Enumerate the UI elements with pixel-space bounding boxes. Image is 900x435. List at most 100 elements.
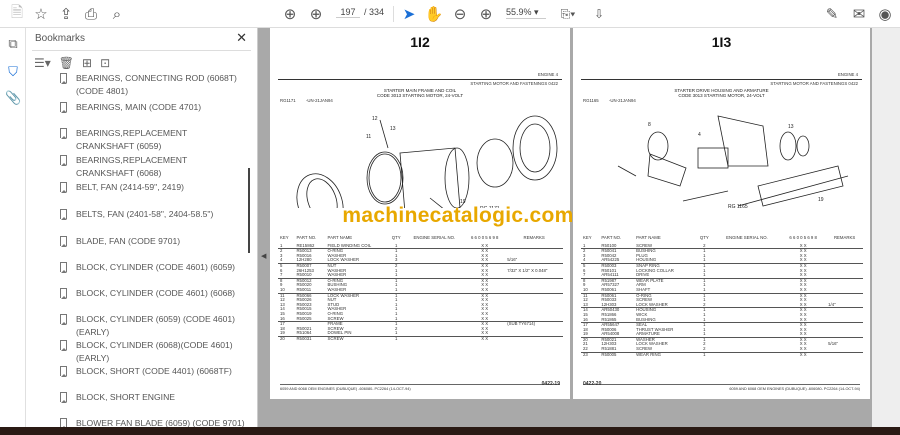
bookmark-icon bbox=[60, 128, 67, 139]
page-thumbnails-icon[interactable]: ⧉ bbox=[5, 36, 21, 52]
new-bookmark-icon[interactable]: ⊞ bbox=[82, 56, 92, 70]
svg-text:12: 12 bbox=[372, 116, 378, 122]
bookmark-icon bbox=[60, 209, 67, 220]
save-icon[interactable]: 🗎 bbox=[8, 4, 26, 24]
close-icon[interactable]: ✕ bbox=[236, 30, 247, 46]
bookmark-scrollbar[interactable] bbox=[248, 168, 250, 253]
table-cell: WEAR RING bbox=[636, 351, 661, 357]
bookmark-item[interactable]: BLOCK, SHORT (CODE 4401) (6068TF) bbox=[56, 365, 246, 378]
bookmark-label: BLOCK, SHORT (CODE 4401) (6068TF) bbox=[76, 366, 232, 376]
page-fit-icon[interactable]: ⎘▾ bbox=[558, 4, 578, 24]
table-cell: 1 bbox=[703, 351, 706, 357]
zoom-in-icon[interactable]: ⊕ bbox=[477, 4, 495, 24]
scroll-mode-icon[interactable]: ⇩ bbox=[590, 4, 608, 24]
bookmark-icon bbox=[60, 366, 67, 377]
bookmark-icon bbox=[60, 314, 67, 325]
svg-text:13: 13 bbox=[788, 124, 794, 130]
bookmark-item[interactable]: BLOCK, SHORT ENGINE bbox=[56, 391, 246, 404]
figure-ref-date: -UN-21JAN94 bbox=[609, 98, 636, 103]
figure-ref: RG1171 bbox=[280, 98, 296, 103]
bookmark-label: BLOCK, SHORT ENGINE bbox=[76, 392, 176, 402]
figure-ref-date: -UN-21JAN94 bbox=[306, 98, 333, 103]
vertical-scrollbar[interactable] bbox=[872, 28, 900, 427]
svg-text:8: 8 bbox=[648, 122, 651, 128]
table-cell bbox=[714, 352, 781, 357]
table-cell: 1 bbox=[395, 335, 398, 341]
table-row: 23 R50005 WEAR RING 1 X X bbox=[581, 352, 863, 357]
bookmark-label: BLOCK, CYLINDER (CODE 4601) (6059) bbox=[76, 262, 236, 272]
bookmark-label: BELTS, FAN (2401-58", 2404-58.5") bbox=[76, 209, 214, 219]
bookmark-icon bbox=[60, 182, 67, 193]
bookmark-item[interactable]: BLADE, FAN (CODE 9701) bbox=[56, 235, 246, 248]
panel-title: Bookmarks bbox=[35, 33, 86, 44]
navigation-rail: ⧉ ⛉ 📎 bbox=[0, 28, 26, 435]
bookmark-item[interactable]: BLOCK, CYLINDER (6068)(CODE 4601)(EARLY) bbox=[56, 339, 246, 365]
table-cell: 23 bbox=[583, 351, 588, 357]
page-number: 0422-20 bbox=[583, 381, 602, 387]
bookmark-item[interactable]: BELT, FAN (2414-59", 2419) bbox=[56, 181, 246, 194]
bookmark-label: BEARINGS,REPLACEMENT CRANKSHAFT (6068) bbox=[76, 155, 188, 178]
table-cell: 20 bbox=[280, 335, 285, 341]
zoom-out-icon[interactable]: ⊖ bbox=[451, 4, 469, 24]
hand-tool-icon[interactable]: ✋ bbox=[425, 4, 444, 24]
bookmark-label: BLOCK, CYLINDER (6068)(CODE 4601)(EARLY) bbox=[76, 340, 233, 363]
table-cell bbox=[826, 352, 863, 357]
mail-icon[interactable]: ✉ bbox=[850, 4, 868, 24]
section-label: ENGINE 4 bbox=[537, 72, 558, 77]
bookmark-label: BLOCK, CYLINDER (6059) (CODE 4601) (EARL… bbox=[76, 314, 236, 337]
print-icon[interactable]: ⎙ bbox=[82, 4, 100, 24]
parts-table: KEY PART NO. PART NAME QTY ENGINE SERIAL NO.… bbox=[278, 235, 563, 341]
parts-table: KEY PART NO. PART NAME QTY ENGINE SERIAL NO.… bbox=[581, 235, 863, 357]
bookmark-icon bbox=[60, 102, 67, 113]
svg-text:13: 13 bbox=[390, 126, 396, 132]
next-page-icon[interactable]: ⊕ bbox=[307, 4, 325, 24]
bookmarks-icon[interactable]: ⛉ bbox=[5, 64, 21, 80]
bookmark-label: BEARINGS, CONNECTING ROD (6068T) (CODE 4… bbox=[76, 73, 237, 96]
exploded-diagram: 8 4 13 19 RG 1165 bbox=[617, 115, 849, 210]
table-cell: R50005 bbox=[601, 351, 617, 357]
footer-text: 6059 AND 6068 OEM ENGINES (DUBUQUE) -606… bbox=[729, 387, 860, 391]
collapse-left-icon[interactable]: ◀ bbox=[261, 252, 266, 260]
section-label: ENGINE 4 bbox=[837, 72, 858, 77]
section-subtitle: STARTING MOTOR AND FASTENINGS 0422 bbox=[770, 81, 858, 86]
exploded-diagram: 12131119RG 1171 bbox=[296, 115, 558, 208]
bookmark-item[interactable]: BLOCK, CYLINDER (CODE 4601) (6068) bbox=[56, 287, 246, 300]
fill-sign-icon[interactable]: ✎ bbox=[823, 4, 841, 24]
page-label: 1I2 bbox=[410, 34, 430, 50]
account-icon[interactable]: ◉ bbox=[876, 4, 894, 24]
bookmark-item[interactable]: BEARINGS,REPLACEMENT CRANKSHAFT (6059) bbox=[56, 127, 246, 153]
bookmark-label: BEARINGS, MAIN (CODE 4701) bbox=[76, 102, 202, 112]
footer-text: 6059 AND 6068 OEM ENGINES (DUBUQUE) -606… bbox=[280, 387, 411, 391]
figure-ref: RG1165 bbox=[583, 98, 599, 103]
bookmark-label: BEARINGS,REPLACEMENT CRANKSHAFT (6059) bbox=[76, 128, 188, 151]
bookmark-item[interactable]: BLOCK, CYLINDER (CODE 4601) (6059) bbox=[56, 261, 246, 274]
table-row: 20 R50031 SCREW 1 X X bbox=[278, 336, 563, 341]
svg-text:19: 19 bbox=[818, 197, 824, 203]
bookmark-item[interactable]: BEARINGS, CONNECTING ROD (6068T) (CODE 4… bbox=[56, 72, 246, 98]
select-cursor-icon[interactable]: ➤ bbox=[400, 4, 418, 24]
search-icon[interactable]: ⌕ bbox=[108, 4, 126, 24]
taskbar bbox=[0, 427, 900, 435]
bookmark-icon bbox=[60, 340, 67, 351]
bookmark-icon bbox=[60, 392, 67, 403]
attachments-icon[interactable]: 📎 bbox=[5, 90, 21, 106]
bookmark-item[interactable]: BEARINGS, MAIN (CODE 4701) bbox=[56, 101, 246, 114]
previous-page-icon[interactable]: ⊕ bbox=[281, 4, 299, 24]
section-subtitle: STARTING MOTOR AND FASTENINGS 0422 bbox=[470, 81, 558, 86]
table-cell bbox=[505, 336, 563, 341]
bookmark-icon bbox=[60, 262, 67, 273]
bookmark-item[interactable]: BLOCK, CYLINDER (6059) (CODE 4601) (EARL… bbox=[56, 313, 246, 339]
bookmark-item[interactable]: BELTS, FAN (2401-58", 2404-58.5") bbox=[56, 208, 246, 221]
options-menu-icon[interactable]: ☰▾ bbox=[34, 56, 51, 70]
svg-text:11: 11 bbox=[366, 134, 371, 140]
toolbar: 🗎 ☆ ⇪ ⎙ ⌕ ⊕ ⊕ 197 / 334 ➤ ✋ ⊖ ⊕ 55.9% ▾ … bbox=[0, 0, 900, 28]
upload-cloud-icon[interactable]: ⇪ bbox=[57, 4, 75, 24]
bookmark-item[interactable]: BEARINGS,REPLACEMENT CRANKSHAFT (6068) bbox=[56, 154, 246, 180]
page-number-input[interactable]: 197 bbox=[336, 7, 360, 18]
watermark: machinecatalogic.com bbox=[342, 204, 574, 227]
delete-icon[interactable]: 🗑 bbox=[59, 56, 74, 70]
bookmark-from-selection-icon[interactable]: ⊡ bbox=[100, 56, 110, 70]
zoom-level-select[interactable]: 55.9% ▾ bbox=[506, 7, 546, 19]
zoom-value: 55.9% bbox=[506, 7, 532, 17]
bookmark-star-icon[interactable]: ☆ bbox=[32, 4, 50, 24]
